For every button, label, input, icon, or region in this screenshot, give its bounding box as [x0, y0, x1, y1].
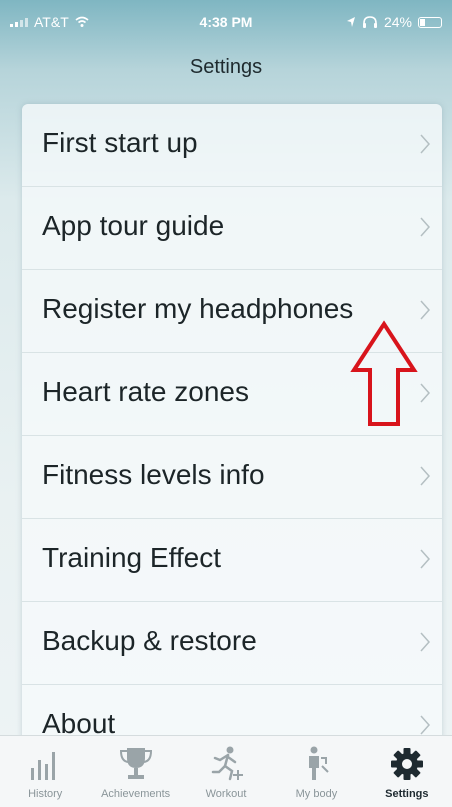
chevron-right-icon	[420, 632, 430, 652]
settings-item-fitness-levels-info[interactable]: Fitness levels info	[22, 436, 442, 519]
chevron-right-icon	[420, 383, 430, 403]
tab-label: History	[28, 788, 63, 800]
trophy-icon	[119, 748, 152, 779]
chevron-right-icon	[420, 715, 430, 735]
chevron-right-icon	[420, 466, 430, 486]
settings-item-label: Backup & restore	[42, 625, 257, 656]
runner-plus-icon	[211, 746, 244, 781]
chevron-right-icon	[420, 549, 430, 569]
bar-chart-icon	[31, 752, 56, 780]
settings-item-register-my-headphones[interactable]: Register my headphones	[22, 270, 442, 353]
tab-label: Settings	[385, 788, 429, 800]
settings-item-training-effect[interactable]: Training Effect	[22, 519, 442, 602]
settings-item-label: Fitness levels info	[42, 459, 265, 490]
chevron-right-icon	[420, 134, 430, 154]
settings-item-app-tour-guide[interactable]: App tour guide	[22, 187, 442, 270]
settings-list: First start up App tour guide Register m…	[22, 104, 442, 744]
settings-item-label: First start up	[42, 127, 198, 158]
battery-icon	[418, 16, 442, 28]
settings-item-first-start-up[interactable]: First start up	[22, 104, 442, 187]
person-icon	[309, 746, 330, 780]
tab-my-body[interactable]: My body	[271, 736, 361, 807]
settings-item-label: App tour guide	[42, 210, 225, 241]
page-title: Settings	[189, 56, 263, 78]
headphones-icon	[362, 16, 377, 28]
tab-settings[interactable]: Settings	[362, 736, 452, 807]
tab-bar: History Achievements Workout My body Set…	[0, 735, 452, 807]
settings-item-label: Training Effect	[42, 542, 221, 573]
settings-item-label: Heart rate zones	[42, 376, 249, 407]
status-right: 24%	[346, 14, 442, 30]
tab-label: My body	[295, 788, 338, 800]
tab-history[interactable]: History	[0, 736, 90, 807]
tab-label: Workout	[205, 788, 247, 800]
tab-label: Achievements	[101, 788, 171, 800]
gear-icon	[390, 748, 423, 780]
location-arrow-icon	[346, 17, 355, 27]
tab-workout[interactable]: Workout	[181, 736, 271, 807]
battery-percent: 24%	[383, 14, 412, 30]
tab-achievements[interactable]: Achievements	[90, 736, 180, 807]
settings-item-backup-restore[interactable]: Backup & restore	[22, 602, 442, 685]
status-bar: AT&T 4:38 PM 24%	[0, 0, 452, 44]
chevron-right-icon	[420, 300, 430, 320]
chevron-right-icon	[420, 217, 430, 237]
settings-item-label: Register my headphones	[42, 293, 354, 324]
settings-item-heart-rate-zones[interactable]: Heart rate zones	[22, 353, 442, 436]
